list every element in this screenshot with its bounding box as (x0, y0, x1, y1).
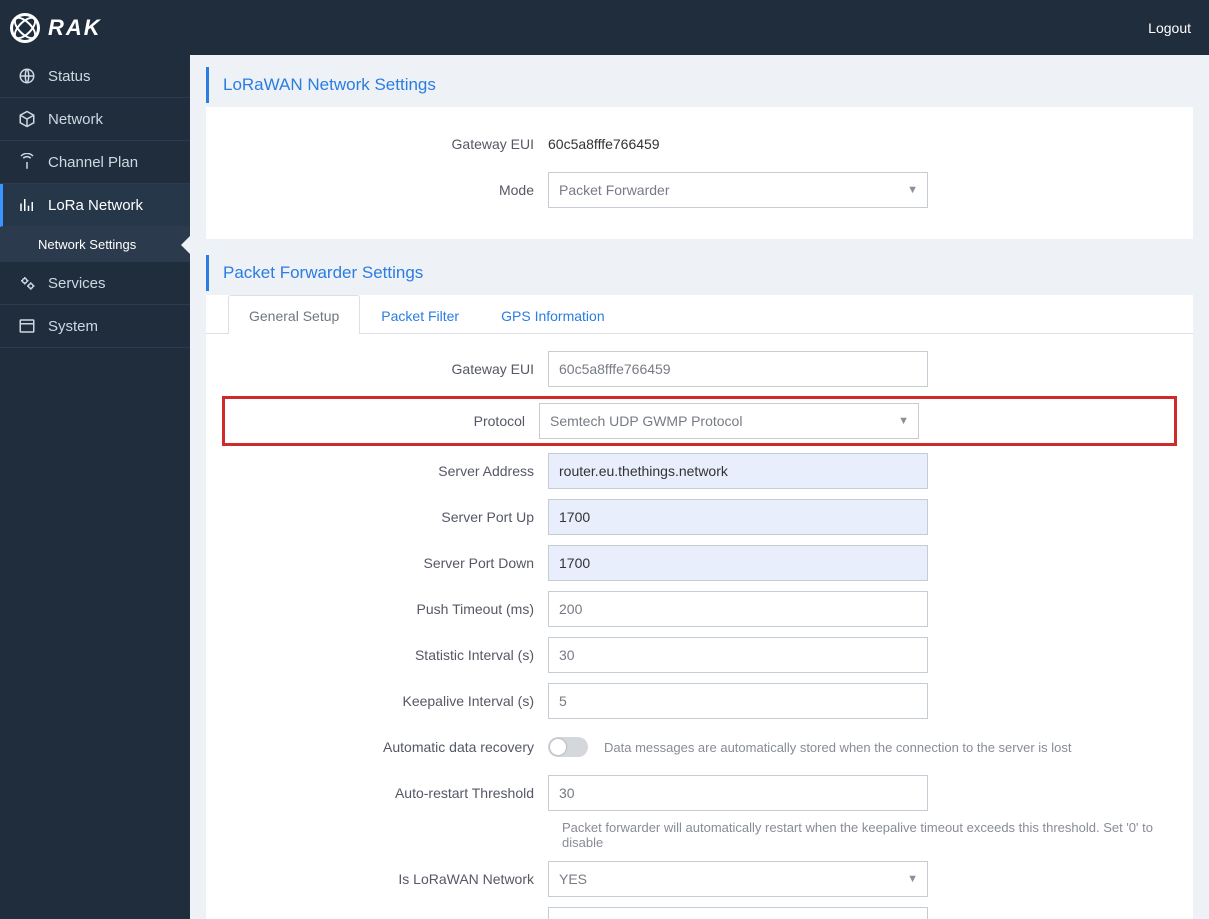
help-auto-recovery: Data messages are automatically stored w… (604, 740, 1072, 755)
value-gateway-eui: 60c5a8fffe766459 (548, 128, 928, 160)
label-stat-interval: Statistic Interval (s) (228, 647, 548, 663)
sidebar-item-label: System (48, 318, 98, 335)
sidebar: Status Network Channel Plan LoRa Network… (0, 55, 190, 919)
sidebar-item-services[interactable]: Services (0, 262, 190, 305)
label-server-port-up: Server Port Up (228, 509, 548, 525)
input-server-port-up[interactable] (548, 499, 928, 535)
brand-text: RAK (48, 15, 102, 41)
sidebar-subitem-label: Network Settings (38, 237, 136, 252)
input-push-timeout[interactable] (548, 591, 928, 627)
highlight-protocol-row: Protocol Semtech UDP GWMP Protocol ▼ (222, 396, 1177, 446)
select-log-level[interactable]: NOTICE (548, 907, 928, 919)
tab-general-setup[interactable]: General Setup (228, 295, 360, 334)
gears-icon (18, 274, 36, 292)
sidebar-item-label: Status (48, 68, 91, 85)
sidebar-subitem-network-settings[interactable]: Network Settings (0, 227, 190, 262)
tab-packet-filter[interactable]: Packet Filter (360, 295, 480, 334)
label-pf-gateway-eui: Gateway EUI (228, 361, 548, 377)
topbar: RAK Logout (0, 0, 1209, 55)
section-title-lorawan: LoRaWAN Network Settings (206, 67, 1193, 103)
sidebar-item-label: Network (48, 111, 103, 128)
cube-icon (18, 110, 36, 128)
label-autorestart: Auto-restart Threshold (228, 785, 548, 801)
label-server-port-down: Server Port Down (228, 555, 548, 571)
label-is-lorawan: Is LoRaWAN Network (228, 871, 548, 887)
input-gateway-eui[interactable] (548, 351, 928, 387)
sidebar-item-system[interactable]: System (0, 305, 190, 348)
input-keepalive[interactable] (548, 683, 928, 719)
tab-list: General Setup Packet Filter GPS Informat… (206, 295, 1193, 334)
label-protocol: Protocol (229, 413, 539, 429)
section-title-packet-forwarder: Packet Forwarder Settings (206, 255, 1193, 291)
logout-link[interactable]: Logout (1148, 20, 1191, 36)
globe-icon (18, 67, 36, 85)
brand-logo-icon (10, 13, 40, 43)
sidebar-item-network[interactable]: Network (0, 98, 190, 141)
antenna-icon (18, 153, 36, 171)
sidebar-item-status[interactable]: Status (0, 55, 190, 98)
input-stat-interval[interactable] (548, 637, 928, 673)
select-mode[interactable]: Packet Forwarder (548, 172, 928, 208)
help-autorestart: Packet forwarder will automatically rest… (562, 820, 1171, 850)
window-icon (18, 317, 36, 335)
sidebar-item-label: LoRa Network (48, 197, 143, 214)
label-mode: Mode (228, 182, 548, 198)
chart-icon (18, 196, 36, 214)
label-server-address: Server Address (228, 463, 548, 479)
label-gateway-eui: Gateway EUI (228, 136, 548, 152)
sidebar-item-lora-network[interactable]: LoRa Network (0, 184, 190, 227)
label-push-timeout: Push Timeout (ms) (228, 601, 548, 617)
sidebar-item-label: Services (48, 275, 106, 292)
input-server-port-down[interactable] (548, 545, 928, 581)
label-auto-recovery: Automatic data recovery (228, 739, 548, 755)
tab-gps-information[interactable]: GPS Information (480, 295, 626, 334)
input-autorestart[interactable] (548, 775, 928, 811)
input-server-address[interactable] (548, 453, 928, 489)
brand: RAK (10, 13, 102, 43)
toggle-auto-recovery[interactable] (548, 737, 588, 757)
main-content: LoRaWAN Network Settings Gateway EUI 60c… (190, 55, 1209, 919)
label-keepalive: Keepalive Interval (s) (228, 693, 548, 709)
sidebar-item-channel-plan[interactable]: Channel Plan (0, 141, 190, 184)
panel-packet-forwarder: General Setup Packet Filter GPS Informat… (206, 295, 1193, 919)
panel-lorawan: Gateway EUI 60c5a8fffe766459 Mode Packet… (206, 107, 1193, 239)
select-protocol[interactable]: Semtech UDP GWMP Protocol (539, 403, 919, 439)
select-is-lorawan[interactable]: YES (548, 861, 928, 897)
sidebar-item-label: Channel Plan (48, 154, 138, 171)
